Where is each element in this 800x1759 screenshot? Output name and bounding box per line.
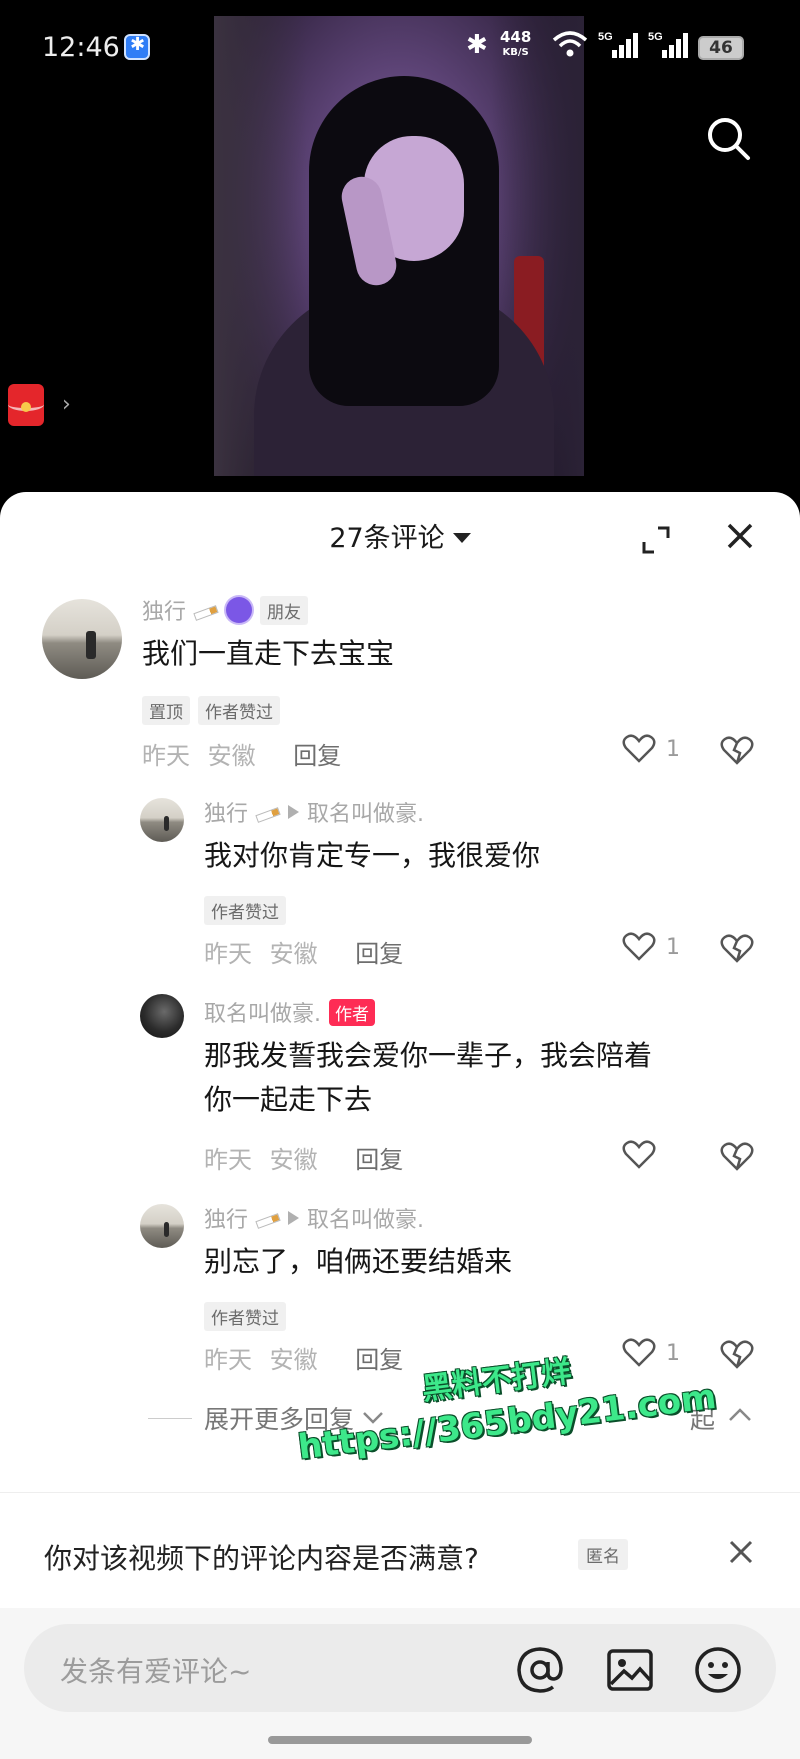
heart-icon <box>622 932 656 961</box>
comments-title[interactable]: 27条评论 <box>0 516 800 555</box>
author-liked-tag: 作者赞过 <box>204 1302 286 1331</box>
comment-time: 昨天 <box>142 742 190 770</box>
status-time: 12:46 <box>42 32 120 63</box>
red-packet-icon[interactable] <box>8 384 44 426</box>
satisfaction-survey: 你对该视频下的评论内容是否满意? 匿名 <box>0 1492 800 1608</box>
comment-username[interactable]: 独行 <box>142 594 186 626</box>
svg-text:5G: 5G <box>598 31 613 43</box>
app-notification-icon <box>124 34 150 60</box>
comment-location: 安徽 <box>269 940 318 968</box>
comment-username[interactable]: 独行 <box>204 796 248 828</box>
like-button[interactable] <box>622 1140 666 1170</box>
cigarette-emoji-icon <box>255 807 281 823</box>
close-icon[interactable] <box>728 1539 754 1565</box>
author-liked-tag: 作者赞过 <box>198 696 280 725</box>
reply-button[interactable]: 回复 <box>293 742 341 770</box>
like-count: 1 <box>666 934 680 960</box>
comment-time: 昨天 <box>204 940 252 968</box>
comment-text[interactable]: 别忘了，咱俩还要结婚来 <box>204 1240 512 1284</box>
close-icon[interactable] <box>726 522 754 550</box>
cigarette-emoji-icon <box>255 1213 281 1229</box>
reply-button[interactable]: 回复 <box>355 940 403 968</box>
caret-down-icon <box>452 533 471 543</box>
comment-text[interactable]: 我们一直走下去宝宝 <box>142 632 394 676</box>
comment-input-bar: 发条有爱评论~ <box>0 1608 800 1759</box>
comment-input-placeholder: 发条有爱评论~ <box>60 1655 252 1688</box>
heart-icon <box>622 734 656 763</box>
expand-icon[interactable] <box>642 526 670 554</box>
like-count: 1 <box>666 736 680 762</box>
signal-icon-2: 5G <box>648 31 688 58</box>
avatar[interactable] <box>140 994 184 1038</box>
broken-heart-icon[interactable] <box>720 934 754 964</box>
svg-text:5G: 5G <box>648 31 663 43</box>
wifi-icon <box>552 31 588 57</box>
image-icon[interactable] <box>604 1644 656 1696</box>
bluetooth-icon: ✱ <box>466 30 488 60</box>
comment-location: 安徽 <box>269 1146 318 1174</box>
author-liked-tag: 作者赞过 <box>204 896 286 925</box>
reply-button[interactable]: 回复 <box>355 1146 403 1174</box>
like-button[interactable]: 1 <box>622 932 680 962</box>
reply-to-username[interactable]: 取名叫做豪. <box>307 796 424 828</box>
cigarette-emoji-icon <box>193 605 219 621</box>
search-icon[interactable] <box>704 114 752 162</box>
at-icon[interactable] <box>514 1644 566 1696</box>
level-badge-icon <box>226 597 253 623</box>
comment-text[interactable]: 那我发誓我会爱你一辈子，我会陪着 你一起走下去 <box>204 1034 652 1122</box>
home-indicator[interactable] <box>268 1736 532 1744</box>
battery-icon: 46 <box>698 36 744 60</box>
pinned-tag: 置顶 <box>142 696 190 725</box>
comment-text[interactable]: 我对你肯定专一，我很爱你 <box>204 834 540 878</box>
avatar[interactable] <box>42 599 122 679</box>
emoji-icon[interactable] <box>692 1644 744 1696</box>
author-badge: 作者 <box>329 998 375 1026</box>
chevron-right-icon[interactable]: › <box>62 392 71 417</box>
comment-location: 安徽 <box>207 742 256 770</box>
comment-time: 昨天 <box>204 1146 252 1174</box>
divider-line <box>148 1417 192 1419</box>
reply-arrow-icon <box>288 1211 300 1225</box>
network-speed: 448 KB/S <box>500 28 532 59</box>
reply-to-username[interactable]: 取名叫做豪. <box>307 1202 424 1234</box>
chevron-up-icon[interactable] <box>728 1408 752 1422</box>
status-bar: 12:46 ✱ 448KB/S 5G 5G 46 <box>0 0 800 100</box>
survey-question[interactable]: 你对该视频下的评论内容是否满意? <box>44 1537 479 1577</box>
comment-input[interactable]: 发条有爱评论~ <box>24 1624 776 1712</box>
avatar[interactable] <box>140 1204 184 1248</box>
anonymous-tag: 匿名 <box>578 1539 628 1570</box>
reply-arrow-icon <box>288 805 300 819</box>
comment-username[interactable]: 取名叫做豪. <box>204 996 321 1028</box>
like-button[interactable]: 1 <box>622 734 680 764</box>
avatar[interactable] <box>140 798 184 842</box>
comment-username[interactable]: 独行 <box>204 1202 248 1234</box>
broken-heart-icon[interactable] <box>720 736 754 766</box>
broken-heart-icon[interactable] <box>720 1340 754 1370</box>
signal-icon: 5G <box>598 31 638 58</box>
comment-location: 安徽 <box>269 1346 318 1374</box>
heart-icon <box>622 1140 656 1169</box>
broken-heart-icon[interactable] <box>720 1142 754 1172</box>
friend-tag: 朋友 <box>260 595 309 625</box>
comment-time: 昨天 <box>204 1346 252 1374</box>
